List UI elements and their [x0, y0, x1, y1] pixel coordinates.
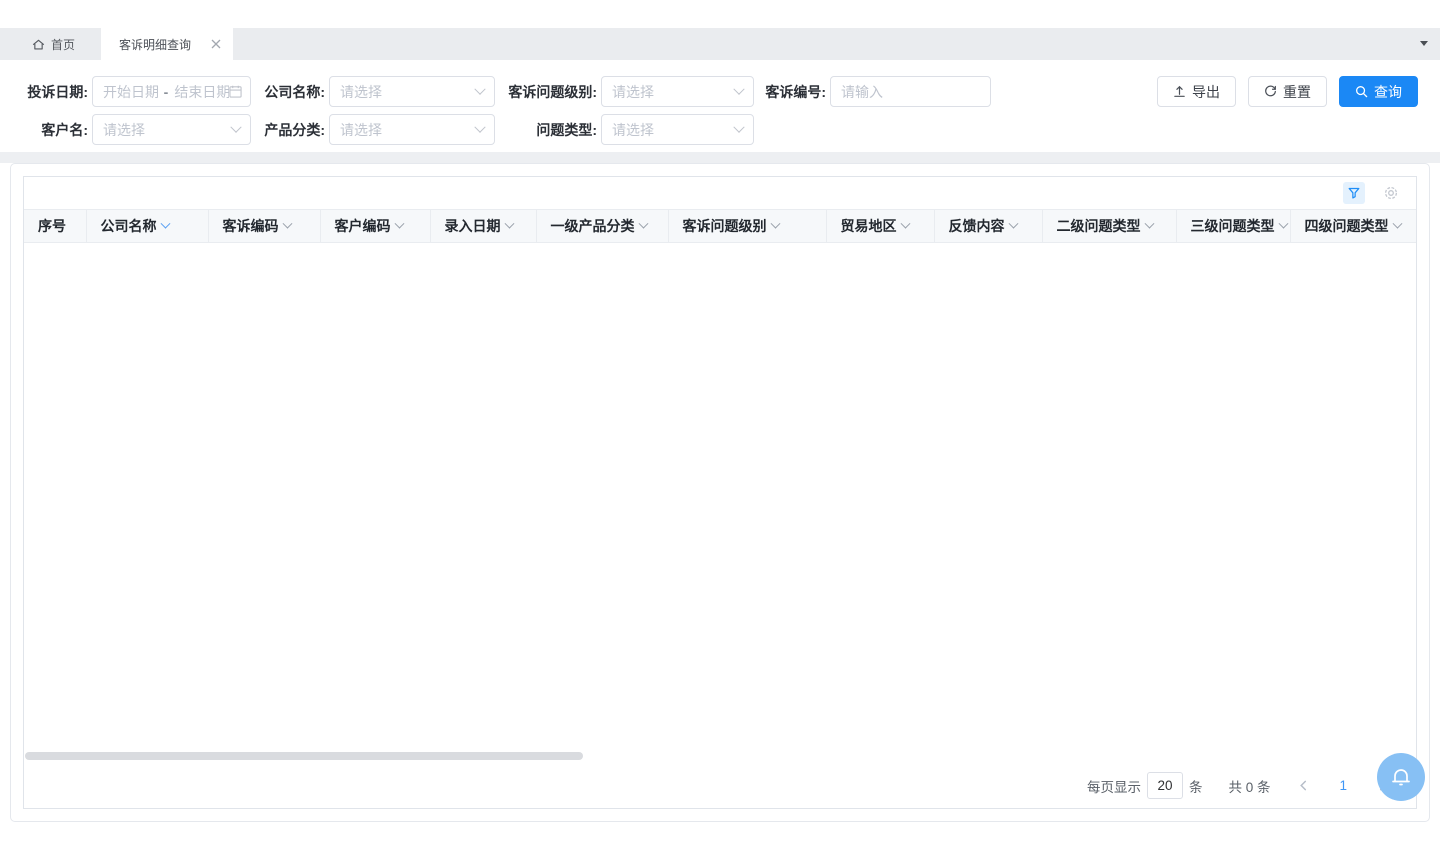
- filter-row-1: 投诉日期: 开始日期 - 结束日期 公司名称: 请选择 客诉问题级别: 请选择 …: [0, 76, 1418, 107]
- per-page-unit: 条: [1189, 776, 1203, 796]
- close-icon[interactable]: [211, 39, 221, 49]
- reset-label: 重置: [1283, 82, 1311, 102]
- column-header-customer-code[interactable]: 客户编码: [320, 210, 430, 243]
- window-top-strip: [0, 0, 1440, 28]
- sort-caret[interactable]: [282, 218, 292, 228]
- prev-page-icon[interactable]: [1298, 780, 1309, 791]
- date-start-placeholder: 开始日期: [103, 82, 158, 102]
- table-card: 序号 公司名称 客诉编码 客户编码 录入日期 一级产品分类 客诉问题级别 贸易地…: [10, 163, 1430, 822]
- column-header-issue-type-l3[interactable]: 三级问题类型: [1176, 210, 1290, 243]
- complaint-date-range-input[interactable]: 开始日期 - 结束日期: [92, 76, 251, 107]
- filter-row-2: 客户名: 请选择 产品分类: 请选择 问题类型: 请选择: [0, 114, 1418, 145]
- export-button[interactable]: 导出: [1157, 76, 1236, 107]
- bell-icon: [1389, 765, 1413, 789]
- gear-icon[interactable]: [1380, 182, 1402, 204]
- tab-home-label: 首页: [51, 36, 75, 53]
- complaint-no-field-wrap: [830, 76, 991, 107]
- product-category-select[interactable]: 请选择: [329, 114, 495, 145]
- column-header-issue-type-l2[interactable]: 二级问题类型: [1042, 210, 1176, 243]
- pagination-bar: 每页显示 条 共 0 条 1: [24, 763, 1416, 808]
- data-table: 序号 公司名称 客诉编码 客户编码 录入日期 一级产品分类 客诉问题级别 贸易地…: [24, 209, 1416, 243]
- sort-caret[interactable]: [160, 218, 170, 228]
- table-empty-body: [24, 243, 1416, 763]
- per-page-label: 每页显示: [1087, 776, 1141, 796]
- search-label: 查询: [1374, 82, 1402, 102]
- column-header-product-category-l1[interactable]: 一级产品分类: [536, 210, 668, 243]
- page-number-1[interactable]: 1: [1339, 778, 1347, 793]
- complaint-date-label: 投诉日期:: [0, 82, 88, 102]
- sort-caret[interactable]: [1144, 218, 1154, 228]
- tab-overflow-caret[interactable]: [1420, 41, 1428, 46]
- notification-bell-button[interactable]: [1377, 753, 1425, 801]
- column-header-index: 序号: [24, 210, 86, 243]
- tab-complaint-query[interactable]: 客诉明细查询: [101, 28, 233, 60]
- chevron-down-icon: [474, 83, 485, 94]
- sort-caret[interactable]: [770, 218, 780, 228]
- company-name-select[interactable]: 请选择: [329, 76, 495, 107]
- tab-bar: 首页 客诉明细查询: [0, 28, 1440, 60]
- chevron-down-icon: [474, 121, 485, 132]
- table-container: 序号 公司名称 客诉编码 客户编码 录入日期 一级产品分类 客诉问题级别 贸易地…: [23, 176, 1417, 809]
- column-header-trade-region[interactable]: 贸易地区: [826, 210, 934, 243]
- per-page-input[interactable]: [1147, 772, 1183, 799]
- sort-caret[interactable]: [1008, 218, 1018, 228]
- total-count-label: 共 0 条: [1228, 776, 1270, 796]
- tab-active-label: 客诉明细查询: [119, 36, 191, 53]
- column-header-feedback[interactable]: 反馈内容: [934, 210, 1042, 243]
- column-header-complaint-level[interactable]: 客诉问题级别: [668, 210, 826, 243]
- horizontal-scrollbar-thumb[interactable]: [25, 752, 583, 760]
- complaint-no-input[interactable]: [831, 77, 990, 106]
- page-gap-band: [0, 152, 1440, 163]
- sort-caret[interactable]: [1278, 218, 1288, 228]
- sort-caret[interactable]: [638, 218, 648, 228]
- company-name-label: 公司名称:: [251, 82, 325, 102]
- sort-caret[interactable]: [394, 218, 404, 228]
- export-label: 导出: [1192, 82, 1220, 102]
- issue-type-label: 问题类型:: [495, 120, 597, 140]
- chevron-down-icon: [733, 83, 744, 94]
- chevron-down-icon: [230, 121, 241, 132]
- chevron-down-icon: [733, 121, 744, 132]
- export-icon: [1173, 85, 1186, 98]
- search-button[interactable]: 查询: [1339, 76, 1418, 107]
- filter-icon[interactable]: [1343, 182, 1365, 204]
- date-end-placeholder: 结束日期: [174, 82, 229, 102]
- complaint-no-label: 客诉编号:: [754, 82, 826, 102]
- sort-caret[interactable]: [900, 218, 910, 228]
- sort-caret[interactable]: [1392, 218, 1402, 228]
- complaint-level-label: 客诉问题级别:: [495, 82, 597, 102]
- complaint-level-select[interactable]: 请选择: [601, 76, 754, 107]
- table-toolbar: [24, 177, 1416, 209]
- filter-actions: 导出 重置 查询: [1157, 76, 1418, 107]
- column-header-entry-date[interactable]: 录入日期: [430, 210, 536, 243]
- filter-panel: 投诉日期: 开始日期 - 结束日期 公司名称: 请选择 客诉问题级别: 请选择 …: [0, 60, 1440, 152]
- table-header-wrap: 序号 公司名称 客诉编码 客户编码 录入日期 一级产品分类 客诉问题级别 贸易地…: [24, 209, 1416, 243]
- date-range-separator: -: [164, 84, 169, 100]
- column-header-complaint-code[interactable]: 客诉编码: [208, 210, 320, 243]
- customer-name-label: 客户名:: [0, 120, 88, 140]
- home-icon: [32, 38, 45, 51]
- tab-home[interactable]: 首页: [18, 28, 89, 60]
- table-header-row: 序号 公司名称 客诉编码 客户编码 录入日期 一级产品分类 客诉问题级别 贸易地…: [24, 210, 1416, 243]
- sort-caret[interactable]: [504, 218, 514, 228]
- customer-name-select[interactable]: 请选择: [92, 114, 251, 145]
- column-header-issue-type-l4[interactable]: 四级问题类型: [1290, 210, 1416, 243]
- search-icon: [1355, 85, 1368, 98]
- calendar-icon: [229, 85, 242, 98]
- reset-button[interactable]: 重置: [1248, 76, 1327, 107]
- column-header-company[interactable]: 公司名称: [86, 210, 208, 243]
- issue-type-select[interactable]: 请选择: [601, 114, 754, 145]
- reset-icon: [1264, 85, 1277, 98]
- product-category-label: 产品分类:: [251, 120, 325, 140]
